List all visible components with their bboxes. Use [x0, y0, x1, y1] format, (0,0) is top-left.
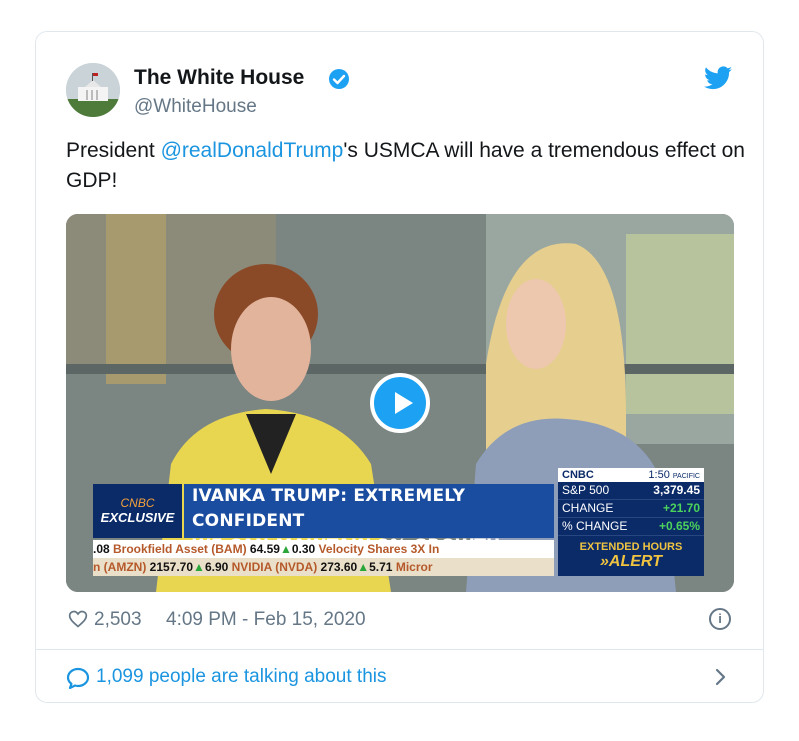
ticker-segment: ▲ [193, 560, 205, 574]
tweet-text: President @realDonaldTrump's USMCA will … [66, 136, 746, 196]
market-quote-panel: CNBC 1:50 PACIFIC S&P 500 3,379.45 CHANGE +… [558, 468, 704, 576]
author-name[interactable]: The White House [134, 66, 304, 90]
ticker-row-2: n (AMZN) 2157.70▲6.90 NVIDIA (NVDA) 273.… [93, 558, 554, 576]
quote-rows: S&P 500 3,379.45 CHANGE +21.70 % CHANGE +0.65… [558, 482, 704, 536]
headline-line-1: IVANKA TRUMP: EXTREMELY CONFIDENT [192, 486, 466, 531]
tweet-text-start: President [66, 139, 161, 162]
tweet-timestamp[interactable]: 4:09 PM - Feb 15, 2020 [166, 609, 366, 631]
quote-label: % CHANGE [562, 519, 628, 533]
extended-hours-alert: EXTENDED HOURS »ALERT [558, 538, 704, 576]
twitter-bird-icon[interactable] [704, 66, 732, 90]
ticker-segment: .08 [93, 542, 114, 556]
exclusive-brand: CNBC [120, 496, 155, 510]
tweet-card: The White House @WhiteHouse President @r… [35, 31, 764, 703]
video-player[interactable]: CNBC EXCLUSIVE IVANKA TRUMP: EXTREMELY C… [66, 214, 734, 592]
info-icon[interactable]: i [709, 608, 731, 630]
ticker-segment: 273.60 [320, 560, 358, 574]
ticker-segment: 5.71 [369, 560, 396, 574]
ticker-segment: n (AMZN) [93, 560, 150, 574]
quote-label: CHANGE [562, 501, 614, 515]
quote-value: +0.65% [658, 519, 700, 533]
avatar[interactable] [66, 63, 120, 117]
extended-hours-label: EXTENDED HOURS [579, 541, 683, 553]
conversation-link[interactable]: 1,099 people are talking about this [96, 666, 387, 688]
stock-ticker: .08 Brookfield Asset (BAM) 64.59▲0.30 Ve… [93, 540, 554, 576]
ticker-segment: Micror [395, 560, 433, 574]
chevron-right-icon[interactable] [714, 666, 728, 688]
ticker-segment: 2157.70 [149, 560, 194, 574]
ticker-segment: 64.59 [249, 542, 280, 556]
quote-brand: CNBC [562, 469, 594, 481]
play-button[interactable] [370, 373, 430, 433]
heart-icon[interactable] [68, 609, 88, 629]
quote-row: CHANGE +21.70 [558, 500, 704, 518]
ticker-segment: NVIDIA (NVDA) [231, 560, 321, 574]
author-handle[interactable]: @WhiteHouse [134, 96, 257, 118]
quote-value: 3,379.45 [653, 483, 700, 497]
divider [36, 649, 763, 650]
mention-link[interactable]: @realDonaldTrump [161, 139, 344, 162]
quote-header: CNBC 1:50 PACIFIC [558, 468, 704, 482]
like-count[interactable]: 2,503 [94, 609, 142, 631]
chyron-headline: IVANKA TRUMP: EXTREMELY CONFIDENT WE CAN… [184, 484, 554, 556]
quote-row: S&P 500 3,379.45 [558, 482, 704, 500]
ticker-segment: 0.30 [291, 542, 319, 556]
verified-badge-icon [329, 69, 349, 89]
exclusive-label: EXCLUSIVE [100, 510, 175, 525]
ticker-segment: ▲ [279, 542, 292, 556]
ticker-segment: Brookfield Asset (BAM) [113, 542, 250, 556]
quote-time-value: 1:50 [648, 469, 670, 481]
alert-text: ALERT [608, 553, 662, 570]
ticker-segment: Velocity Shares 3X In [318, 542, 440, 556]
ticker-segment: 6.90 [204, 560, 232, 574]
reply-bubble-icon[interactable] [66, 667, 90, 689]
quote-label: S&P 500 [562, 483, 610, 497]
cnbc-exclusive-badge: CNBC EXCLUSIVE [93, 484, 182, 538]
quote-row: % CHANGE +0.65% [558, 518, 704, 536]
quote-value: +21.70 [662, 501, 700, 515]
ticker-row-1: .08 Brookfield Asset (BAM) 64.59▲0.30 Ve… [93, 540, 554, 558]
quote-time-suffix: PACIFIC [672, 473, 700, 480]
alert-label: »ALERT [600, 553, 662, 570]
ticker-segment: ▲ [357, 560, 370, 574]
